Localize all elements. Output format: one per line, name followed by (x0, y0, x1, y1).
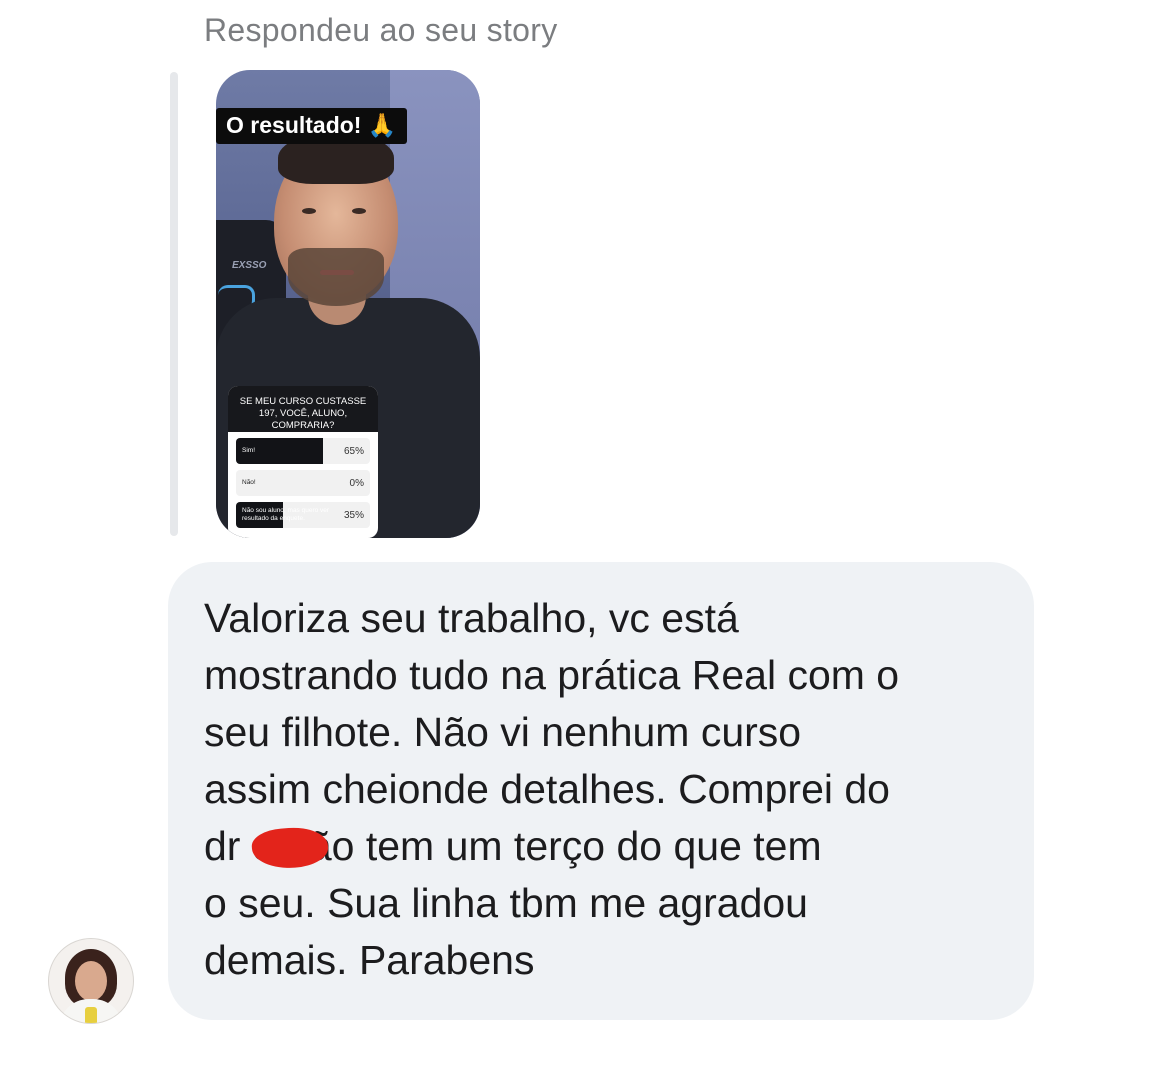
poll-option: Não! 0% (236, 470, 370, 496)
poll-option: Sim! 65% (236, 438, 370, 464)
story-thumbnail[interactable]: EXSSO O resultado! 🙏 SE MEU CURSO CUSTAS… (216, 70, 480, 538)
chair-brand: EXSSO (232, 260, 267, 271)
story-person-mouth (320, 270, 354, 275)
story-person-eye (352, 208, 366, 214)
poll-option-label: Sim! (242, 447, 255, 454)
reply-caption: Respondeu ao seu story (204, 12, 558, 48)
poll-option-label: Não! (242, 479, 256, 486)
story-title: O resultado! 🙏 (216, 108, 407, 144)
story-person-eye (302, 208, 316, 214)
poll-question: SE MEU CURSO CUSTASSE 197, VOCÊ, ALUNO, … (228, 386, 378, 432)
poll-option-percent: 35% (343, 509, 364, 521)
poll-option: Não sou aluno, mas quero ver resultado d… (236, 502, 370, 528)
quote-bar (170, 72, 178, 536)
poll-option-percent: 0% (349, 477, 364, 489)
story-person-beard (288, 248, 384, 306)
sender-avatar[interactable] (48, 938, 134, 1024)
poll-option-percent: 65% (343, 445, 364, 457)
avatar-accent (85, 1007, 97, 1023)
poll-sticker: SE MEU CURSO CUSTASSE 197, VOCÊ, ALUNO, … (228, 386, 378, 538)
avatar-face (75, 961, 107, 1001)
poll-option-label: Não sou aluno, mas quero ver resultado d… (242, 507, 330, 522)
message-text: Valoriza seu trabalho, vc está mostrando… (204, 595, 900, 983)
